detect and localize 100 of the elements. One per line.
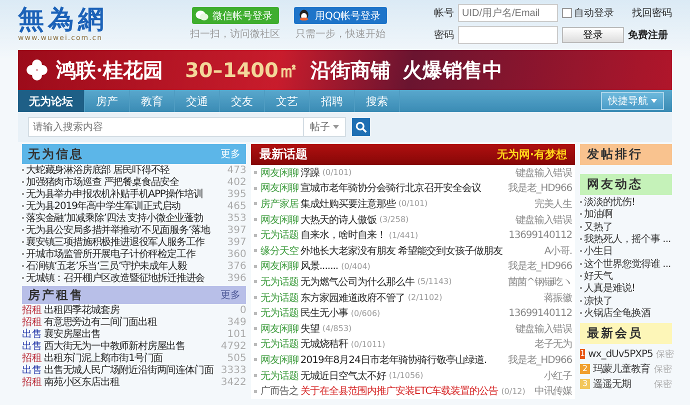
author-name[interactable]: 13699140112 <box>508 230 572 241</box>
topic-link[interactable]: 无为燃气公司为什么那么牛 <box>300 274 414 289</box>
account-field[interactable]: UID/用户名/Email <box>458 4 558 22</box>
auto-login-checkbox[interactable] <box>562 8 572 18</box>
news-link[interactable]: 落实金融‘加减乘除’四法 支持小微企业蓬勃 <box>26 211 224 225</box>
listing-link[interactable]: 襄安房屋出售 <box>44 327 224 341</box>
topic-link[interactable]: 大热天的诗人傲饭 <box>300 212 376 227</box>
author-name[interactable]: 我是老_HD966 <box>508 259 572 274</box>
author-name[interactable]: 我是老_HD966 <box>508 352 572 367</box>
topic-link[interactable]: 风景....... <box>300 259 338 274</box>
login-button[interactable]: 登录 <box>562 27 624 43</box>
news-link[interactable]: 大蛇藏身淋浴房底部 居民吓得不轻 <box>26 163 224 177</box>
member-name[interactable]: wx_dUv5PXP5 <box>588 348 653 360</box>
reply-count: (0/12) <box>501 386 526 396</box>
listing-tag: 招租 <box>22 315 42 329</box>
password-field[interactable] <box>458 26 558 44</box>
topic-link[interactable]: 关于在全县范围内推广安装ETC车载装置的公告 <box>300 384 498 398</box>
search-button[interactable] <box>352 118 370 136</box>
listing-link[interactable]: 出租四季花城套房 <box>44 303 236 317</box>
listing-link[interactable]: 出售无城人民广场附近沿街两间连体门面 <box>44 363 217 377</box>
topic-link[interactable]: 2019年8月24日市老年骑协骑行敬亭山绿道. <box>300 352 487 367</box>
ad-banner[interactable]: 鸿联·桂花园 30–1400㎡ 沿街商铺 火爆销售中 <box>18 50 672 90</box>
social-login-button[interactable]: 用QQ帐号登录 <box>294 7 387 24</box>
author-name[interactable]: 键盘输入错误 <box>516 166 572 180</box>
view-count: 376 <box>227 260 246 272</box>
news-link[interactable]: 无为县举办申报农机补贴手机APP操作培训 <box>26 187 224 201</box>
author-name[interactable]: 蒋振徽 <box>544 290 572 305</box>
member-name[interactable]: 玛蒙儿童教育 <box>593 362 651 376</box>
topic-category[interactable]: 网友闲聊 <box>260 181 298 196</box>
author-name[interactable]: 我是老_HD966 <box>508 181 572 196</box>
news-link[interactable]: 开城市场监管所开展电子计价秤检定工作 <box>26 247 224 261</box>
search-scope-dropdown[interactable]: 帖子 <box>304 117 346 137</box>
search-field[interactable]: 请输入搜索内容 <box>28 117 304 137</box>
search-icon <box>355 121 367 133</box>
activity-link[interactable]: 火锅店全龟换酒 <box>584 306 650 320</box>
activity-link[interactable]: 淡淡的忧伤! <box>584 195 636 210</box>
topic-category[interactable]: 网友闲聊 <box>260 322 298 336</box>
topic-category[interactable]: 房产家居 <box>260 196 298 211</box>
activity-link[interactable]: 加油啊 <box>584 207 612 222</box>
author-name[interactable]: 老子无为 <box>534 337 572 352</box>
topic-category[interactable]: 无为话题 <box>260 337 298 352</box>
author-name[interactable]: 键盘输入错误 <box>516 322 572 336</box>
topic-category[interactable]: 网友闲聊 <box>260 212 298 227</box>
activity-link[interactable]: 好天气 <box>584 268 612 283</box>
activity-link[interactable]: 又热了 <box>584 220 612 234</box>
author-name[interactable]: 13699140112 <box>508 308 572 319</box>
topic-link[interactable]: 无城近日空气太不好 <box>300 368 386 383</box>
listing-tag: 出售 <box>22 327 42 341</box>
nav-tab[interactable]: 无为论坛 <box>18 90 85 112</box>
site-logo[interactable]: 無為網 <box>18 6 178 34</box>
topic-link[interactable]: 民生无小事 <box>300 306 348 320</box>
news-link[interactable]: 襄安镇三项措施积极推进退役军人服务工作 <box>26 235 224 249</box>
reply-count: (4/853) <box>322 324 352 334</box>
topic-category[interactable]: 无为话题 <box>260 306 298 320</box>
member-name[interactable]: 遥遥无期 <box>593 377 651 392</box>
topic-category[interactable]: 无为话题 <box>260 228 298 242</box>
forgot-password-link[interactable]: 找回密码 <box>632 6 672 20</box>
activity-link[interactable]: 这个世界您觉得谁 ... <box>584 256 671 271</box>
listing-link[interactable]: 西大街无为一中教师新村房屋出售 <box>44 339 217 353</box>
topic-link[interactable]: 无城烧秸秆 <box>300 337 348 352</box>
topic-category[interactable]: 无为话题 <box>260 368 298 383</box>
topic-category[interactable]: 网友闲聊 <box>260 352 298 367</box>
topic-link[interactable]: 失望 <box>300 322 320 336</box>
topic-category[interactable]: 广而告之 <box>260 384 298 398</box>
topic-category[interactable]: 无为话题 <box>260 290 298 305</box>
activity-link[interactable]: 凉快了 <box>584 294 612 308</box>
author-name[interactable]: 完美人生 <box>534 196 572 211</box>
topic-category[interactable]: 网友闲聊 <box>260 166 298 180</box>
listing-tag: 出售 <box>22 363 42 377</box>
topic-link[interactable]: 浮躁 <box>300 166 320 180</box>
activity-link[interactable]: 小生日 <box>584 244 612 258</box>
topic-category[interactable]: 网友闲聊 <box>260 259 298 274</box>
author-name[interactable]: 键盘输入错误 <box>516 212 572 227</box>
news-link[interactable]: 石涧镇‘五老’乐当‘三员’守护未成年人毅 <box>26 259 224 273</box>
view-count: 3333 <box>220 364 246 376</box>
activity-link[interactable]: 我热死人，摇个事 ... <box>584 232 671 246</box>
topic-link[interactable]: 自来水，啥时自来！ <box>300 228 386 242</box>
author-name[interactable]: 菌菌^钢镚吃ヽ <box>508 274 572 289</box>
listing-link[interactable]: 南苑小区东店出租 <box>44 375 217 389</box>
view-count: 397 <box>227 236 246 248</box>
listing-link[interactable]: 出租东门泥上鹅市街1号门面 <box>44 351 224 365</box>
author-name[interactable]: 中讯传媒 <box>534 384 572 398</box>
activity-link[interactable]: 人真是难说! <box>584 281 636 296</box>
more-link[interactable]: 更多 <box>220 288 240 302</box>
news-link[interactable]: 无城镇：召开棚户区改造暨征地拆迁推进会 <box>26 271 224 285</box>
topic-category[interactable]: 无为话题 <box>260 274 298 289</box>
reply-count: (2/1102) <box>408 293 442 302</box>
topic-link[interactable]: 集成灶购买要注意那些 <box>300 196 396 211</box>
topic-link[interactable]: 东方家园难道政府不管了 <box>300 290 405 305</box>
topic-link[interactable]: 宣城市老年骑协分会骑行北京召开安全会议 <box>300 181 481 196</box>
news-link[interactable]: 无为县2019年高中学生军训正式启动 <box>26 199 224 213</box>
author-name[interactable]: A小哥. <box>544 244 572 258</box>
account-label: 帐号 <box>434 6 454 20</box>
listing-link[interactable]: 有意思旁边有二间门面出租 <box>44 315 224 329</box>
author-name[interactable]: 小红子 <box>544 368 572 383</box>
register-link[interactable]: 免费注册 <box>628 28 668 42</box>
topic-category[interactable]: 缘分天空 <box>260 244 298 258</box>
topic-link[interactable]: 外地长大老家没有朋友 希望能交到女孩子做朋友 <box>300 244 503 258</box>
news-link[interactable]: 加强猪肉市场巡查 严把餐桌食品安全 <box>26 175 224 189</box>
news-link[interactable]: 无为县公安局多措并举推动‘不见面服务’落地 <box>26 223 224 237</box>
